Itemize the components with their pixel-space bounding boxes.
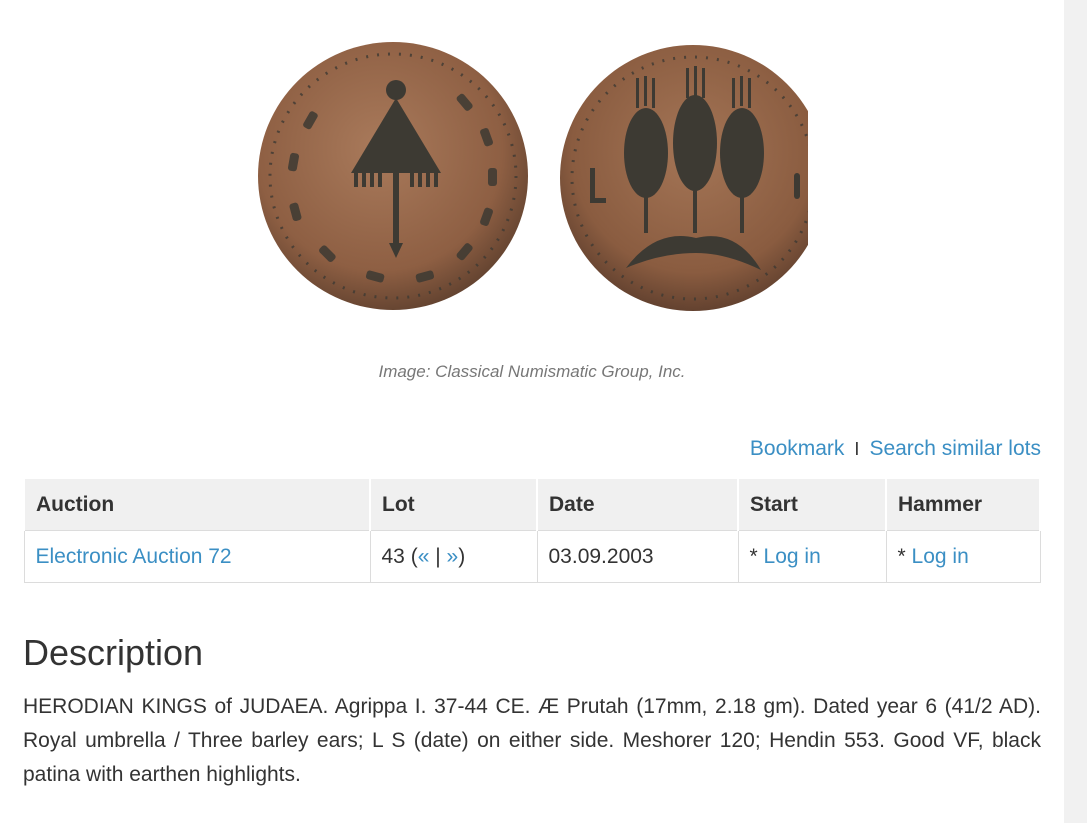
hammer-login-link[interactable]: Log in <box>912 545 969 568</box>
start-login-link[interactable]: Log in <box>764 545 821 568</box>
coin-image[interactable] <box>256 38 808 314</box>
column-header-date: Date <box>536 477 739 531</box>
scrollbar-track[interactable] <box>1064 0 1087 823</box>
hammer-prefix: * <box>897 544 906 568</box>
reverse-coin <box>560 45 808 311</box>
coin-photo <box>258 42 808 311</box>
lot-nav-separator: | <box>435 544 441 568</box>
lot-cell: 43 (« | ») <box>369 530 538 583</box>
table-header-row: Auction Lot Date Start Hammer <box>23 477 1041 531</box>
auction-cell: Electronic Auction 72 <box>23 530 371 583</box>
previous-lot-link[interactable]: « <box>418 545 430 568</box>
start-prefix: * <box>749 544 758 568</box>
description-text: HERODIAN KINGS of JUDAEA. Agrippa I. 37-… <box>23 695 1041 786</box>
column-header-auction: Auction <box>23 477 371 531</box>
description-heading: Description <box>23 632 204 673</box>
lot-table: Auction Lot Date Start Hammer Electronic… <box>23 477 1041 583</box>
column-header-start: Start <box>737 477 887 531</box>
date-cell: 03.09.2003 <box>536 530 739 583</box>
table-row: Electronic Auction 72 43 (« | ») 03.09.2… <box>23 530 1041 583</box>
next-lot-link[interactable]: » <box>447 545 459 568</box>
hammer-cell: * Log in <box>885 530 1041 583</box>
column-header-lot: Lot <box>369 477 538 531</box>
column-header-hammer: Hammer <box>885 477 1041 531</box>
bookmark-link[interactable]: Bookmark <box>750 437 845 460</box>
start-cell: * Log in <box>737 530 887 583</box>
actions-separator: I <box>854 439 860 459</box>
auction-link[interactable]: Electronic Auction 72 <box>36 545 232 568</box>
obverse-coin <box>258 42 528 310</box>
lot-page: Image: Classical Numismatic Group, Inc. … <box>23 0 1041 823</box>
image-caption: Image: Classical Numismatic Group, Inc. <box>378 362 686 381</box>
lot-number: 43 <box>381 544 405 568</box>
lot-actions: Bookmark I Search similar lots <box>750 437 1041 461</box>
search-similar-lots-link[interactable]: Search similar lots <box>869 437 1041 460</box>
